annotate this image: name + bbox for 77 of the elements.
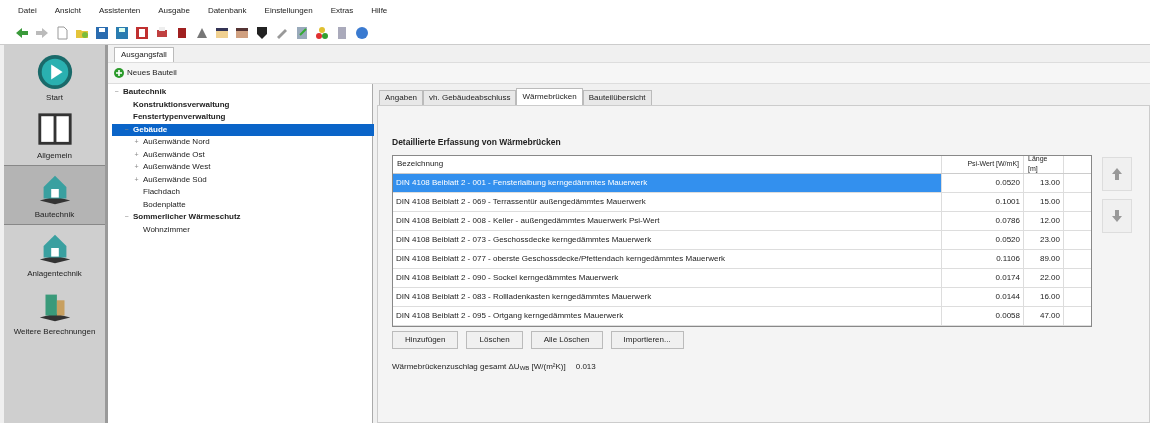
table-cell: 0.0174 xyxy=(942,268,1024,287)
table-icon[interactable] xyxy=(234,25,250,41)
table-cell: 47.00 xyxy=(1024,306,1064,325)
tab[interactable]: Angaben xyxy=(379,90,424,105)
table-cell: 0.0520 xyxy=(942,230,1024,249)
table-cell: 12.00 xyxy=(1024,211,1064,230)
menu-item[interactable]: Hilfe xyxy=(371,5,388,17)
dots-icon[interactable] xyxy=(314,25,330,41)
tree-item[interactable]: Bodenplatte xyxy=(112,198,372,211)
menu-item[interactable]: Datenbank xyxy=(207,5,247,17)
tab[interactable]: Bauteilübersicht xyxy=(582,90,652,105)
menu-item[interactable]: Datei xyxy=(18,5,37,17)
menu-item[interactable]: Assistenten xyxy=(98,5,141,17)
table-cell: 23.00 xyxy=(1024,230,1064,249)
move-up-button[interactable] xyxy=(1102,156,1132,191)
table-cell: DIN 4108 Beiblatt 2 - 083 - Rollladenkasten kerngedämmtes Mauerwerk xyxy=(393,287,942,306)
table-row[interactable]: DIN 4108 Beiblatt 2 - 073 - Geschossdecke kerngedämmtes Mauerwerk 0.0520 23.00 xyxy=(393,230,1091,250)
table-row[interactable]: DIN 4108 Beiblatt 2 - 095 - Ortgang kerngedämmtes Mauerwerk 0.0058 47.00 xyxy=(393,306,1091,326)
table-cell: 13.00 xyxy=(1024,173,1064,192)
table-row[interactable]: DIN 4108 Beiblatt 2 - 001 - Fensterlaibung kerngedämmtes Mauerwerk 0.0520 13.00 xyxy=(393,173,1091,193)
tree-item[interactable]: Konstruktionsverwaltung xyxy=(112,98,372,111)
play-icon xyxy=(35,53,74,91)
action-button[interactable]: Importieren... xyxy=(610,330,684,349)
table-cell: DIN 4108 Beiblatt 2 - 077 - oberste Geschossdecke/Pfettendach kerngedämmtes Mauerwerk xyxy=(393,249,942,268)
tree-item[interactable]: Flachdach xyxy=(112,186,372,199)
tab[interactable]: Wärmebrücken xyxy=(516,88,583,105)
table-cell: 0.0144 xyxy=(942,287,1024,306)
table-row[interactable]: DIN 4108 Beiblatt 2 - 083 - Rollladenkasten kerngedämmtes Mauerwerk 0.0144 16.00 xyxy=(393,287,1091,307)
table-row[interactable]: DIN 4108 Beiblatt 2 - 069 - Terrassentür außengedämmtes Mauerwerk 0.1001 15.00 xyxy=(393,192,1091,212)
shield-icon[interactable] xyxy=(254,25,270,41)
move-down-button[interactable] xyxy=(1102,198,1132,233)
table-row[interactable]: DIN 4108 Beiblatt 2 - 077 - oberste Geschossdecke/Pfettendach kerngedämmtes Mauerwerk 0.1106 89.00 xyxy=(393,249,1091,269)
new-part-button[interactable]: Neues Bauteil xyxy=(112,67,179,79)
document-icon[interactable] xyxy=(294,25,310,41)
add-icon xyxy=(114,68,124,78)
menu-item[interactable]: Ansicht xyxy=(54,5,81,17)
menu-item[interactable]: Einstellungen xyxy=(264,5,313,17)
table-cell: 22.00 xyxy=(1024,268,1064,287)
table-row[interactable]: DIN 4108 Beiblatt 2 - 090 - Sockel kerngedämmtes Mauerwerk 0.0174 22.00 xyxy=(393,268,1091,288)
table-cell: 0.0520 xyxy=(942,173,1024,192)
tree-item[interactable]: Fenstertypenverwaltung xyxy=(112,111,372,124)
table-cell: 0.1106 xyxy=(942,249,1024,268)
table-cell: 16.00 xyxy=(1024,287,1064,306)
table-cell: DIN 4108 Beiblatt 2 - 073 - Geschossdecke kerngedämmtes Mauerwerk xyxy=(393,230,942,249)
document-tab[interactable]: Ausgangsfall xyxy=(114,47,174,62)
table-icon[interactable] xyxy=(214,25,230,41)
section-heading: Detaillierte Erfassung von Wärmebrücken xyxy=(392,136,562,149)
table-cell: DIN 4108 Beiblatt 2 - 069 - Terrassentür außengedämmtes Mauerwerk xyxy=(393,192,942,211)
down-arrow-icon xyxy=(1111,208,1123,223)
table-cell: 0.0786 xyxy=(942,211,1024,230)
sidebar-item[interactable]: Bautechnik xyxy=(4,165,105,225)
table-row[interactable]: DIN 4108 Beiblatt 2 - 008 - Keller - außengedämmtes Mauerwerk Psi-Wert 0.0786 12.00 xyxy=(393,211,1091,231)
action-button[interactable]: Löschen xyxy=(466,330,523,349)
table-cell: DIN 4108 Beiblatt 2 - 008 - Keller - außengedämmtes Mauerwerk Psi-Wert xyxy=(393,211,942,230)
sidebar-item[interactable]: Anlagentechnik xyxy=(4,225,105,283)
column-header[interactable]: Bezeichnung xyxy=(393,155,942,173)
table-cell: DIN 4108 Beiblatt 2 - 095 - Ortgang kerngedämmtes Mauerwerk xyxy=(393,306,942,325)
total-label: Wärmebrückenzuschlag gesamt ΔU$_{WB}$ [W/(m²K)] xyxy=(392,360,566,373)
table-cell: 0.1001 xyxy=(942,192,1024,211)
table-cell: DIN 4108 Beiblatt 2 - 090 - Sockel kerngedämmtes Mauerwerk xyxy=(393,268,942,287)
menu-item[interactable]: Ausgabe xyxy=(158,5,190,17)
save-icon[interactable] xyxy=(114,25,130,41)
sidebar-item[interactable]: Start xyxy=(4,49,105,107)
save-icon[interactable] xyxy=(94,25,110,41)
table-cell: 15.00 xyxy=(1024,192,1064,211)
menu-item[interactable]: Extras xyxy=(330,5,354,17)
up-arrow-icon xyxy=(1111,166,1123,181)
tab[interactable]: vh. Gebäudeabschluss xyxy=(423,90,517,105)
sidebar-item[interactable]: Weitere Berechnungen xyxy=(4,283,105,341)
action-button[interactable]: Hinzufügen xyxy=(392,330,459,349)
tree-item[interactable]: Wohnzimmer xyxy=(112,223,372,236)
table-cell: 0.0058 xyxy=(942,306,1024,325)
arrow-icon[interactable] xyxy=(14,25,30,41)
total-value: 0.013 xyxy=(575,360,596,373)
sidebar-item[interactable]: Allgemein xyxy=(4,107,105,165)
table-cell: 89.00 xyxy=(1024,249,1064,268)
action-button[interactable]: Alle Löschen xyxy=(530,330,603,349)
